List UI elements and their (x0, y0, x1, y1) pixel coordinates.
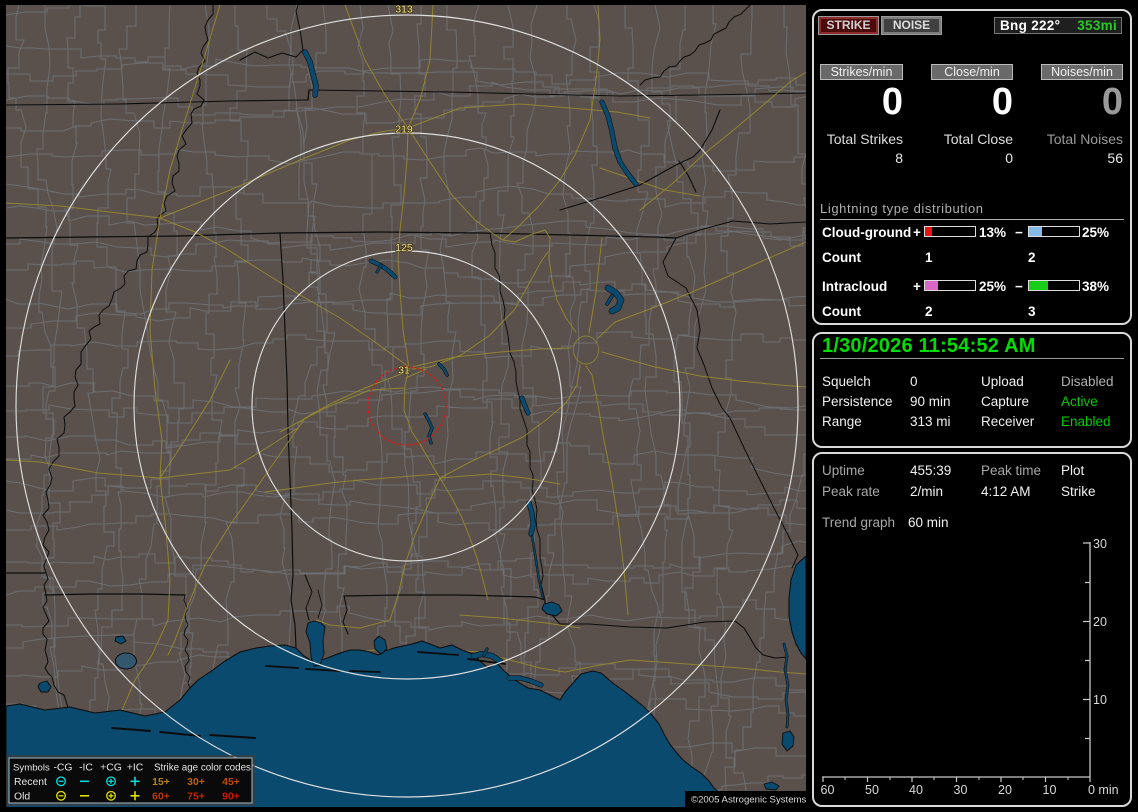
svg-text:50: 50 (865, 783, 879, 797)
svg-text:15+: 15+ (152, 777, 170, 788)
svg-text:20: 20 (1093, 615, 1107, 629)
svg-text:20: 20 (998, 783, 1012, 797)
svg-text:+IC: +IC (127, 763, 144, 774)
svg-text:30+: 30+ (187, 777, 205, 788)
svg-text:-IC: -IC (79, 763, 93, 774)
svg-text:30: 30 (1093, 537, 1107, 551)
svg-text:313: 313 (395, 5, 413, 16)
svg-text:125: 125 (395, 242, 413, 254)
svg-text:60+: 60+ (152, 792, 170, 803)
svg-text:Strike age color codes: Strike age color codes (154, 763, 251, 774)
svg-text:10: 10 (1093, 693, 1107, 707)
svg-text:31: 31 (398, 365, 410, 377)
svg-text:90+: 90+ (222, 792, 240, 803)
svg-text:10: 10 (1043, 783, 1057, 797)
svg-text:219: 219 (395, 124, 413, 136)
svg-text:Symbols: Symbols (13, 763, 50, 774)
svg-text:75+: 75+ (187, 792, 205, 803)
svg-text:-CG: -CG (53, 763, 72, 774)
svg-text:30: 30 (954, 783, 968, 797)
svg-text:60: 60 (821, 783, 835, 797)
svg-text:+CG: +CG (100, 763, 122, 774)
svg-text:40: 40 (909, 783, 923, 797)
svg-text:Old: Old (14, 792, 30, 803)
svg-text:0 min: 0 min (1088, 783, 1119, 797)
svg-text:45+: 45+ (222, 777, 240, 788)
svg-text:©2005 Astrogenic Systems: ©2005 Astrogenic Systems (691, 795, 806, 806)
svg-text:Recent: Recent (14, 777, 47, 788)
